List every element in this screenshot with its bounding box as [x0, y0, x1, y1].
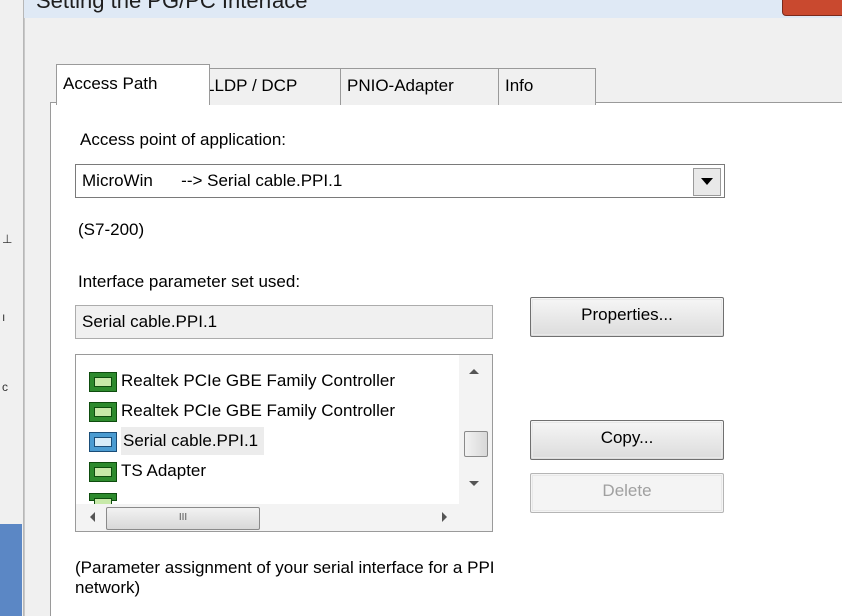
tab-lldp-dcp[interactable]: LLDP / DCP [198, 68, 352, 105]
network-adapter-icon [89, 402, 117, 422]
tab-access-path[interactable]: Access Path [56, 64, 210, 105]
tab-info[interactable]: Info [498, 68, 596, 105]
list-item-label: Realtek PCIe GBE Family Controller [121, 401, 395, 420]
interface-description: (Parameter assignment of your serial int… [75, 558, 495, 597]
window-title: Setting the PG/PC Interface [36, 0, 308, 13]
list-item-label: Serial cable.PPI.1 [121, 427, 265, 455]
access-point-sublabel: (S7-200) [78, 220, 145, 239]
list-vertical-scrollbar[interactable] [459, 355, 492, 505]
close-button[interactable] [782, 0, 842, 16]
properties-button[interactable]: Properties... [530, 297, 724, 337]
access-point-value: MicroWin --> Serial cable.PPI.1 [82, 171, 343, 190]
scroll-right-icon[interactable] [442, 512, 447, 522]
network-adapter-icon [89, 462, 117, 482]
network-adapter-icon [89, 493, 117, 508]
title-bar: Setting the PG/PC Interface [24, 0, 842, 18]
scrollbar-corner [459, 504, 492, 531]
tab-pnio-adapter[interactable]: PNIO-Adapter [340, 68, 510, 105]
interface-param-value: Serial cable.PPI.1 [82, 312, 218, 331]
scroll-down-icon[interactable] [469, 481, 479, 486]
list-horizontal-scrollbar[interactable]: III [76, 504, 459, 531]
list-item-label: Realtek PCIe GBE Family Controller [121, 371, 395, 390]
scroll-left-icon[interactable] [90, 512, 95, 522]
serial-cable-icon [89, 432, 117, 452]
delete-button: Delete [530, 473, 724, 513]
access-point-label: Access point of application: [80, 130, 287, 149]
list-item-label: TS Adapter [121, 461, 207, 480]
dropdown-button[interactable] [693, 168, 721, 196]
background-taskbar-strip [0, 524, 22, 616]
edge-mark-icon: c [2, 380, 8, 394]
edge-mark-icon: ⊥ [2, 232, 13, 246]
scroll-thumb[interactable] [464, 431, 488, 457]
copy-button[interactable]: Copy... [530, 420, 724, 460]
chevron-down-icon [701, 178, 713, 185]
edge-mark-icon: ı [2, 310, 6, 324]
access-point-dropdown[interactable]: MicroWin --> Serial cable.PPI.1 [75, 164, 725, 198]
interface-param-label: Interface parameter set used: [78, 272, 301, 291]
network-adapter-icon [89, 372, 117, 392]
interface-param-field: Serial cable.PPI.1 [75, 305, 493, 339]
scroll-thumb[interactable]: III [106, 507, 260, 530]
scroll-up-icon[interactable] [469, 369, 479, 374]
